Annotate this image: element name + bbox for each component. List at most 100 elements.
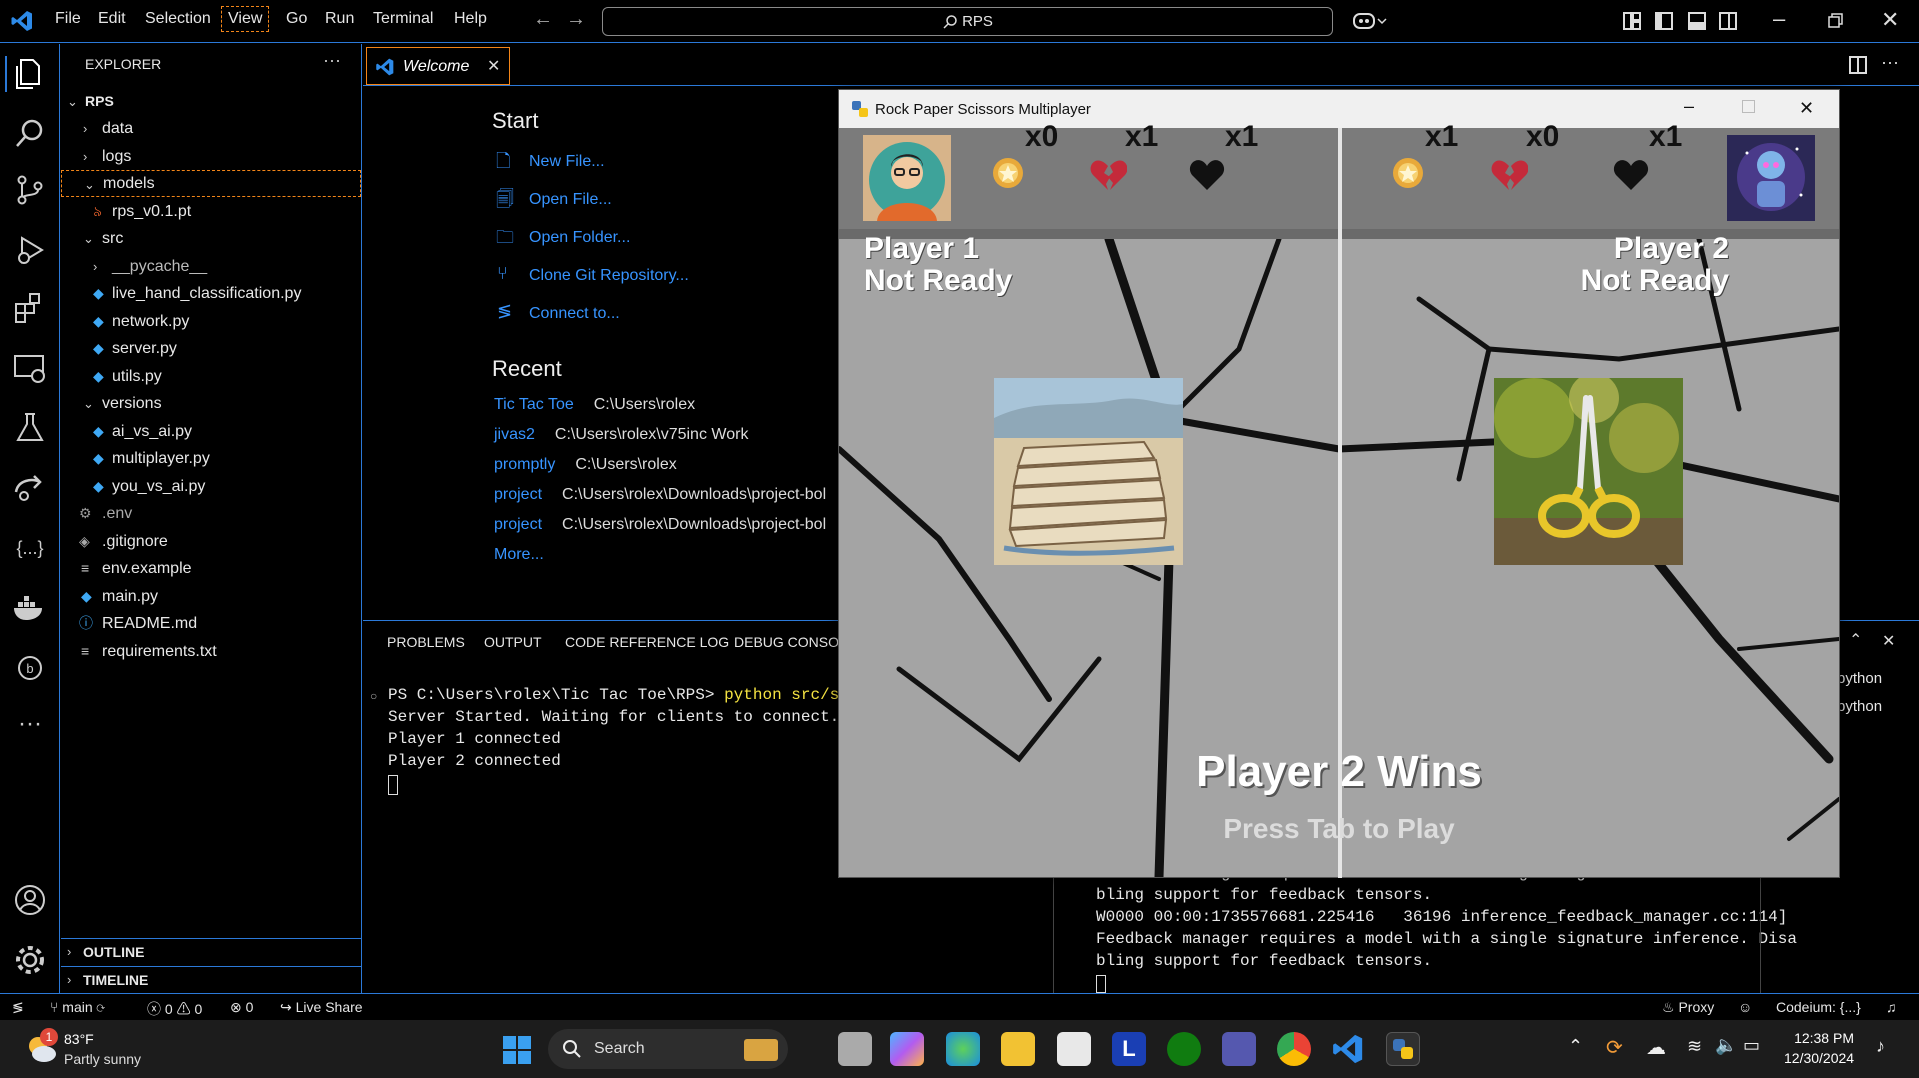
menu-edit[interactable]: Edit (98, 10, 126, 28)
copilot-app-icon[interactable] (890, 1032, 924, 1066)
battery-icon[interactable]: ▭ (1743, 1035, 1760, 1056)
tree-item-pycache[interactable]: › __pycache__ (61, 253, 361, 280)
volume-icon[interactable]: 🔈 (1715, 1035, 1737, 1056)
accounts-icon[interactable] (12, 882, 48, 918)
tree-item-logs[interactable]: › logs (61, 143, 361, 170)
sync-tray-icon[interactable]: ⟳ (1606, 1035, 1623, 1060)
recent-item[interactable]: promptly C:\Users\rolex (494, 456, 677, 474)
search-view-icon[interactable] (12, 116, 48, 152)
outline-section[interactable]: › OUTLINE (61, 938, 361, 965)
live-share-status[interactable]: ↪ Live Share (280, 999, 363, 1016)
menu-terminal[interactable]: Terminal (373, 10, 433, 28)
game-close-icon[interactable]: ✕ (1799, 98, 1814, 119)
tree-item-main[interactable]: ◆ main.py (61, 583, 361, 610)
close-tab-icon[interactable]: ✕ (487, 56, 500, 76)
tree-item-rps-model[interactable]: ৯ rps_v0.1.pt (61, 198, 361, 225)
panel-tab-problems[interactable]: PROBLEMS (387, 634, 465, 650)
tree-item-you-vs-ai[interactable]: ◆ you_vs_ai.py (61, 473, 361, 500)
extensions-icon[interactable] (12, 290, 48, 326)
tree-item-versions[interactable]: ⌄ versions (61, 390, 361, 417)
recent-item[interactable]: project C:\Users\rolex\Downloads\project-… (494, 486, 826, 504)
source-control-icon[interactable] (12, 172, 48, 208)
customize-layout-icon[interactable] (1623, 12, 1641, 30)
taskbar-date[interactable]: 12/30/2024 (1784, 1050, 1854, 1066)
branch-status[interactable]: ⑂ main ⟳ (50, 999, 105, 1015)
show-hidden-icons-icon[interactable]: ⌃ (1568, 1036, 1583, 1057)
remote-explorer-icon[interactable] (12, 350, 48, 386)
testing-icon[interactable] (12, 410, 48, 446)
back-arrow-icon[interactable]: ← (533, 8, 553, 31)
microsoft-store-icon[interactable] (1057, 1032, 1091, 1066)
game-window[interactable]: Rock Paper Scissors Multiplayer – ✕ x0 x… (838, 89, 1840, 878)
tree-item-env-example[interactable]: ≡ env.example (61, 555, 361, 582)
maximize-panel-icon[interactable]: ⌃ (1849, 630, 1862, 650)
tab-welcome[interactable]: Welcome ✕ (366, 47, 510, 85)
connect-to-link[interactable]: Connect to... (529, 305, 620, 323)
terminal-prompt-line[interactable]: PS C:\Users\rolex\Tic Tac Toe\RPS> pytho… (388, 686, 868, 704)
command-center-search[interactable]: RPS (602, 7, 1333, 36)
menu-help[interactable]: Help (454, 10, 487, 28)
menu-selection[interactable]: Selection (145, 10, 211, 28)
windows-start-icon[interactable] (503, 1036, 531, 1064)
open-file-link[interactable]: Open File... (529, 191, 612, 209)
tree-item-utils[interactable]: ◆ utils.py (61, 363, 361, 390)
notification-bell-icon[interactable]: ♪ (1876, 1036, 1885, 1057)
terminal-list-item[interactable]: python (1837, 698, 1882, 715)
tree-item-ai-vs-ai[interactable]: ◆ ai_vs_ai.py (61, 418, 361, 445)
tree-item-live-hand[interactable]: ◆ live_hand_classification.py (61, 280, 361, 307)
new-file-link[interactable]: New File... (529, 153, 605, 171)
xbox-icon[interactable] (1167, 1032, 1201, 1066)
task-view-icon[interactable] (838, 1032, 872, 1066)
menu-file[interactable]: File (55, 10, 81, 28)
tree-item-multiplayer[interactable]: ◆ multiplayer.py (61, 445, 361, 472)
toggle-panel-icon[interactable] (1688, 12, 1706, 30)
tree-item-requirements[interactable]: ≡ requirements.txt (61, 638, 361, 665)
docker-icon[interactable] (12, 590, 48, 626)
tree-item-server[interactable]: ◆ server.py (61, 335, 361, 362)
problems-status[interactable]: ⓧ 0 ⚠ 0 (147, 999, 202, 1019)
codeium-icon[interactable]: b (12, 650, 48, 686)
tree-root[interactable]: ⌄ RPS (61, 88, 361, 115)
split-editor-icon[interactable] (1849, 56, 1867, 74)
minimize-icon[interactable]: – (1773, 6, 1785, 32)
run-debug-icon[interactable] (12, 232, 48, 268)
chrome-icon[interactable] (1277, 1032, 1311, 1066)
restore-icon[interactable] (1828, 13, 1844, 29)
edge-browser-icon[interactable] (946, 1032, 980, 1066)
teams-icon[interactable] (1222, 1032, 1256, 1066)
codeium-status[interactable]: Codeium: {...} (1776, 999, 1861, 1015)
json-braces-icon[interactable]: {...} (12, 530, 48, 566)
copilot-icon[interactable] (1352, 10, 1388, 32)
toggle-secondary-sidebar-icon[interactable] (1719, 12, 1737, 30)
ports-status[interactable]: ⊗ 0 (230, 999, 253, 1016)
manage-gear-icon[interactable] (12, 942, 48, 978)
recent-item[interactable]: jivas2 C:\Users\rolex\v75inc Work (494, 426, 748, 444)
more-views-icon[interactable]: ··· (12, 710, 48, 746)
menu-run[interactable]: Run (325, 10, 354, 28)
menu-go[interactable]: Go (286, 10, 307, 28)
recent-item[interactable]: project C:\Users\rolex\Downloads\project-… (494, 516, 826, 534)
tree-item-models[interactable]: ⌄ models (61, 170, 361, 197)
panel-tab-code-reference-log[interactable]: CODE REFERENCE LOG (565, 634, 729, 650)
vscode-taskbar-icon[interactable] (1331, 1032, 1365, 1066)
close-window-icon[interactable]: ✕ (1881, 7, 1899, 33)
tree-item-src[interactable]: ⌄ src (61, 225, 361, 252)
taskbar-time[interactable]: 12:38 PM (1784, 1030, 1854, 1046)
live-share-icon[interactable] (12, 470, 48, 506)
forward-arrow-icon[interactable]: → (566, 8, 586, 31)
lenovo-app-icon[interactable]: L (1112, 1032, 1146, 1066)
onedrive-icon[interactable]: ☁ (1646, 1035, 1666, 1060)
terminal-list-item[interactable]: python (1837, 670, 1882, 687)
close-panel-icon[interactable]: ✕ (1882, 631, 1895, 651)
tree-item-readme[interactable]: ⓘ README.md (61, 610, 361, 637)
panel-tab-output[interactable]: OUTPUT (484, 634, 542, 650)
clone-repo-link[interactable]: Clone Git Repository... (529, 267, 689, 285)
timeline-section[interactable]: › TIMELINE (61, 966, 361, 993)
menu-view[interactable]: View (221, 6, 270, 32)
proxy-status[interactable]: ♨ Proxy (1662, 999, 1714, 1016)
python-taskbar-icon[interactable] (1386, 1032, 1420, 1066)
notifications-bell-icon[interactable]: ♫ (1886, 999, 1897, 1015)
editor-more-icon[interactable]: ··· (1881, 52, 1899, 73)
tree-item-data[interactable]: › data (61, 115, 361, 142)
open-folder-link[interactable]: Open Folder... (529, 229, 630, 247)
